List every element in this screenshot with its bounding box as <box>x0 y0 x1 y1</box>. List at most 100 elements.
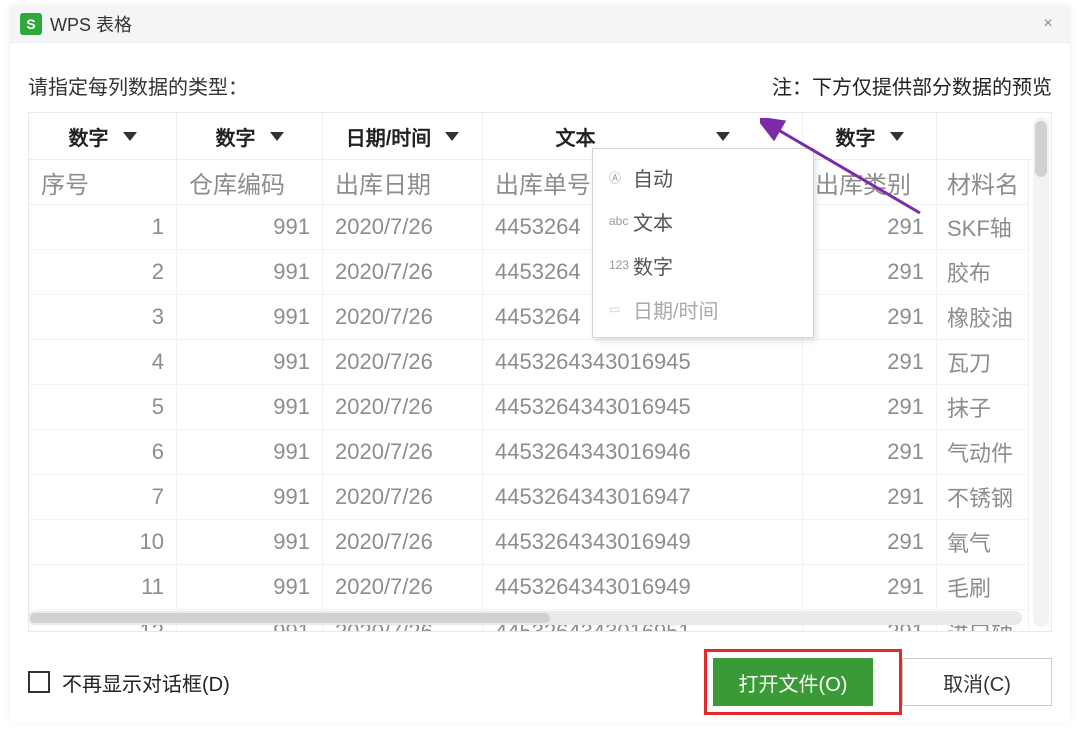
cell-out-kind: 291 <box>803 385 937 430</box>
cell-warehouse: 991 <box>177 520 323 565</box>
chevron-down-icon <box>716 132 730 141</box>
open-file-button[interactable]: 打开文件(O) <box>713 658 873 706</box>
dropdown-item-date: ▭ 日期/时间 <box>593 287 813 331</box>
close-icon[interactable]: × <box>1036 12 1060 36</box>
dropdown-label: 日期/时间 <box>633 295 719 324</box>
dialog-footer: 不再显示对话框(D) 打开文件(O) 取消(C) <box>10 641 1070 723</box>
cell-material: 毛刷 <box>937 565 1029 610</box>
dropdown-label: 文本 <box>633 207 673 236</box>
dont-show-label: 不再显示对话框(D) <box>62 668 230 697</box>
cell-warehouse: 991 <box>177 250 323 295</box>
header-warehouse: 仓库编码 <box>177 160 323 205</box>
cell-warehouse: 991 <box>177 295 323 340</box>
app-icon: S <box>20 13 42 35</box>
cell-out-date: 2020/7/26 <box>323 565 483 610</box>
col-type-label: 文本 <box>556 122 596 151</box>
cell-seq: 5 <box>29 385 177 430</box>
cell-warehouse: 991 <box>177 385 323 430</box>
dont-show-checkbox[interactable]: 不再显示对话框(D) <box>28 668 230 697</box>
chevron-down-icon <box>890 132 904 141</box>
cell-seq: 2 <box>29 250 177 295</box>
cell-material: 橡胶油 <box>937 295 1029 340</box>
preview-note: 注：下方仅提供部分数据的预览 <box>772 71 1052 100</box>
col-type-label: 日期/时间 <box>346 122 432 151</box>
dropdown-label: 自动 <box>633 163 673 192</box>
cell-out-kind: 291 <box>803 565 937 610</box>
cell-seq: 1 <box>29 205 177 250</box>
col-type-label: 数字 <box>216 122 256 151</box>
table-row: 29912020/7/264453264291胶布 <box>29 250 1051 295</box>
cell-out-date: 2020/7/26 <box>323 385 483 430</box>
number-icon: 123 <box>609 258 633 272</box>
cell-out-no: 4453264343016947 <box>483 475 803 520</box>
table-row: 19912020/7/264453264291SKF轴 <box>29 205 1051 250</box>
header-material: 材料名 <box>937 160 1029 205</box>
cell-out-date: 2020/7/26 <box>323 250 483 295</box>
auto-icon: Ⓐ <box>609 169 633 186</box>
cell-warehouse: 991 <box>177 565 323 610</box>
preview-table: 数字 数字 日期/时间 文本 数字 <box>28 112 1052 632</box>
cell-out-date: 2020/7/26 <box>323 340 483 385</box>
cell-out-kind: 291 <box>803 295 937 340</box>
dropdown-item-auto[interactable]: Ⓐ 自动 <box>593 155 813 199</box>
cell-warehouse: 991 <box>177 475 323 520</box>
col-type-selector[interactable]: 数字 <box>803 113 937 159</box>
cell-out-kind: 291 <box>803 475 937 520</box>
col-type-label: 数字 <box>836 122 876 151</box>
window-title: WPS 表格 <box>50 11 132 37</box>
cell-out-no: 4453264343016945 <box>483 385 803 430</box>
cell-seq: 7 <box>29 475 177 520</box>
dialog-wps-table: S WPS 表格 × 请指定每列数据的类型： 注：下方仅提供部分数据的预览 数字… <box>10 6 1070 722</box>
cell-out-date: 2020/7/26 <box>323 205 483 250</box>
column-type-row: 数字 数字 日期/时间 文本 数字 <box>29 113 1051 160</box>
table-row: 69912020/7/264453264343016946291气动件 <box>29 430 1051 475</box>
scrollbar-thumb[interactable] <box>30 613 550 623</box>
col-type-selector-extra[interactable] <box>937 113 1029 159</box>
col-type-label: 数字 <box>69 122 109 151</box>
vertical-scrollbar[interactable] <box>1033 117 1049 627</box>
horizontal-scrollbar[interactable] <box>28 611 1022 625</box>
table-row: 119912020/7/264453264343016949291毛刷 <box>29 565 1051 610</box>
cell-seq: 6 <box>29 430 177 475</box>
cell-out-no: 4453264343016946 <box>483 430 803 475</box>
cell-seq: 10 <box>29 520 177 565</box>
dropdown-item-text[interactable]: abc 文本 <box>593 199 813 243</box>
cell-out-kind: 291 <box>803 340 937 385</box>
cell-out-no: 4453264343016945 <box>483 340 803 385</box>
cell-out-date: 2020/7/26 <box>323 295 483 340</box>
cell-material: SKF轴 <box>937 205 1029 250</box>
cell-warehouse: 991 <box>177 205 323 250</box>
cell-warehouse: 991 <box>177 340 323 385</box>
cell-material: 氧气 <box>937 520 1029 565</box>
type-dropdown[interactable]: Ⓐ 自动 abc 文本 123 数字 ▭ 日期/时间 <box>592 148 814 338</box>
cell-material: 瓦刀 <box>937 340 1029 385</box>
cell-out-kind: 291 <box>803 250 937 295</box>
cell-material: 气动件 <box>937 430 1029 475</box>
table-header-row: 序号 仓库编码 出库日期 出库单号 出库类别 材料名 <box>29 160 1051 205</box>
cell-seq: 11 <box>29 565 177 610</box>
table-row: 79912020/7/264453264343016947291不锈钢 <box>29 475 1051 520</box>
text-icon: abc <box>609 214 633 228</box>
table-row: 59912020/7/264453264343016945291抹子 <box>29 385 1051 430</box>
header-seq: 序号 <box>29 160 177 205</box>
col-type-selector[interactable]: 日期/时间 <box>323 113 483 159</box>
cell-out-date: 2020/7/26 <box>323 475 483 520</box>
scrollbar-thumb[interactable] <box>1035 121 1047 177</box>
dropdown-item-number[interactable]: 123 数字 <box>593 243 813 287</box>
checkbox-icon[interactable] <box>28 671 50 693</box>
column-type-hint: 请指定每列数据的类型： <box>28 71 248 100</box>
cancel-button[interactable]: 取消(C) <box>902 658 1052 706</box>
cell-warehouse: 991 <box>177 430 323 475</box>
cell-out-date: 2020/7/26 <box>323 430 483 475</box>
col-type-selector[interactable]: 数字 <box>177 113 323 159</box>
cell-out-kind: 291 <box>803 430 937 475</box>
chevron-down-icon <box>445 132 459 141</box>
date-icon: ▭ <box>609 302 633 316</box>
col-type-selector[interactable]: 数字 <box>29 113 177 159</box>
header-out-date: 出库日期 <box>323 160 483 205</box>
highlight-annotation: 打开文件(O) <box>704 649 902 715</box>
cell-out-no: 4453264343016949 <box>483 565 803 610</box>
header-out-kind: 出库类别 <box>803 160 937 205</box>
dropdown-label: 数字 <box>633 251 673 280</box>
cell-material: 抹子 <box>937 385 1029 430</box>
